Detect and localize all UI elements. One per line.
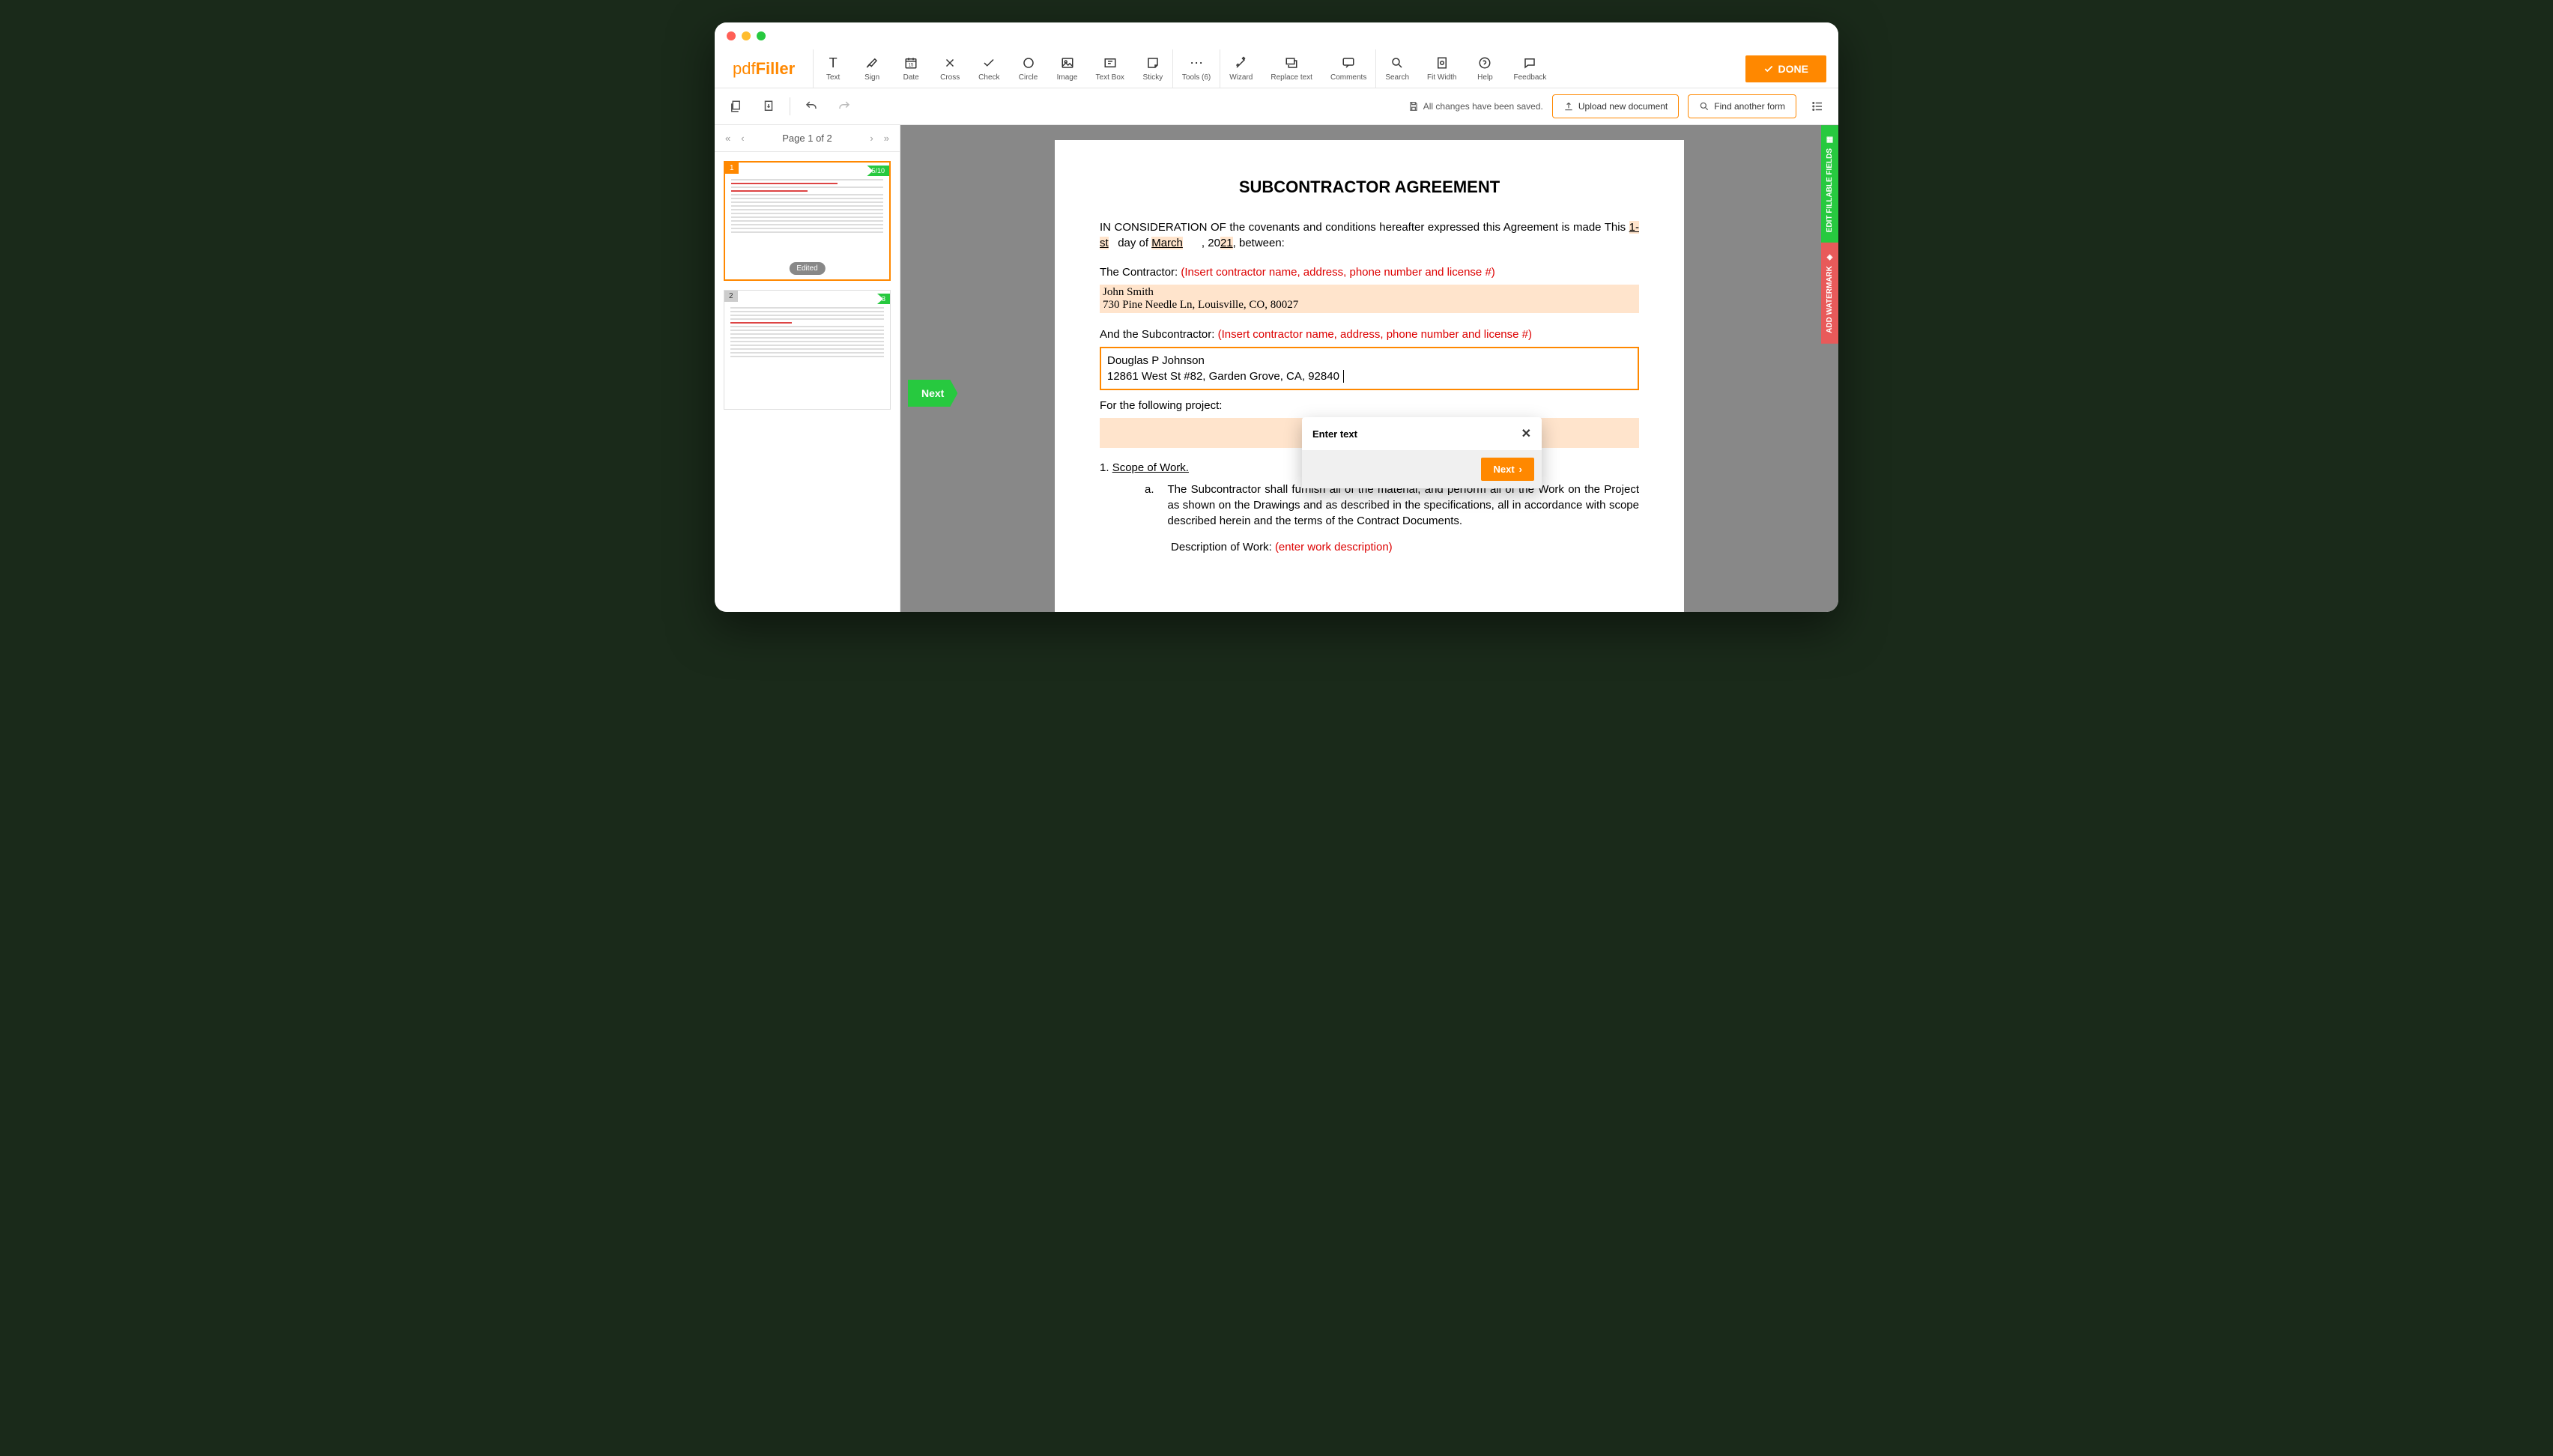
edit-tools: Wizard Replace text Comments [1220, 49, 1375, 88]
window-controls [715, 22, 1838, 49]
popup-next-button[interactable]: Next › [1481, 458, 1534, 481]
first-page[interactable]: « [722, 131, 733, 145]
popup-footer: Next › [1302, 450, 1542, 488]
circle-tool[interactable]: Circle [1009, 49, 1048, 88]
upload-button[interactable]: Upload new document [1552, 94, 1679, 118]
calendar-icon: 15 [903, 55, 918, 70]
document-viewport: Next SUBCONTRACTOR AGREEMENT IN CONSIDER… [900, 125, 1838, 612]
prev-page[interactable]: ‹ [738, 131, 747, 145]
intro-paragraph: IN CONSIDERATION OF the covenants and co… [1100, 219, 1639, 251]
window-maximize[interactable] [757, 31, 766, 40]
contractor-filled: John Smith 730 Pine Needle Ln, Louisvill… [1100, 285, 1639, 313]
window-minimize[interactable] [742, 31, 751, 40]
sticky-icon [1145, 55, 1160, 70]
active-text-field[interactable]: Douglas P Johnson 12861 West St #82, Gar… [1100, 347, 1639, 390]
app-logo: pdfFiller [715, 59, 813, 79]
svg-text:15: 15 [909, 64, 914, 68]
comments-tool[interactable]: Comments [1321, 49, 1375, 88]
last-page[interactable]: » [881, 131, 892, 145]
next-page[interactable]: › [867, 131, 876, 145]
annotate-tools: T Text Sign 15 Date Cross Check Circle [813, 49, 1172, 88]
date-tool[interactable]: 15 Date [891, 49, 930, 88]
pages-icon[interactable] [724, 94, 748, 118]
undo-button[interactable] [799, 94, 823, 118]
side-tabs: EDIT FILLABLE FIELDS ▦ ADD WATERMARK ◈ [1821, 125, 1838, 344]
popup-title: Enter text [1312, 428, 1357, 440]
list-icon[interactable] [1805, 94, 1829, 118]
text-icon: T [826, 55, 841, 70]
check-tool[interactable]: Check [969, 49, 1008, 88]
chevron-right-icon: › [1519, 464, 1522, 475]
cross-tool[interactable]: Cross [930, 49, 969, 88]
view-tools: Search Fit Width Help Feedback [1375, 49, 1555, 88]
main-toolbar: pdfFiller T Text Sign 15 Date Cross Chec… [715, 49, 1838, 88]
textbox-tool[interactable]: Text Box [1087, 49, 1133, 88]
textbox-icon [1103, 55, 1118, 70]
description-row: Description of Work: (enter work descrip… [1171, 541, 1639, 553]
contractor-row: The Contractor: (Insert contractor name,… [1100, 264, 1639, 280]
help-icon [1477, 55, 1492, 70]
thumbnails-sidebar: « ‹ Page 1 of 2 › » 1 5/10 Edited 2 3 [715, 125, 900, 612]
done-button[interactable]: DONE [1745, 55, 1826, 82]
image-icon [1060, 55, 1075, 70]
device-frame: pdfFiller T Text Sign 15 Date Cross Chec… [715, 22, 1838, 612]
subcontractor-row: And the Subcontractor: (Insert contracto… [1100, 327, 1639, 342]
comment-icon [1341, 55, 1356, 70]
disk-icon [1408, 101, 1419, 112]
sticky-tool[interactable]: Sticky [1133, 49, 1172, 88]
save-icon[interactable] [757, 94, 781, 118]
project-row: For the following project: [1100, 398, 1639, 413]
popup-close-button[interactable]: ✕ [1521, 426, 1531, 441]
window-close[interactable] [727, 31, 736, 40]
form-icon: ▦ [1826, 136, 1834, 144]
upload-icon [1563, 101, 1574, 112]
main-area: « ‹ Page 1 of 2 › » 1 5/10 Edited 2 3 [715, 125, 1838, 612]
field-year[interactable]: 21 [1220, 237, 1233, 249]
next-field-pointer[interactable]: Next [908, 380, 957, 407]
add-watermark-tab[interactable]: ADD WATERMARK ◈ [1821, 243, 1838, 344]
page-indicator: Page 1 of 2 [752, 133, 863, 144]
tools-group: ⋯ Tools (6) [1172, 49, 1220, 88]
search-tool[interactable]: Search [1376, 49, 1418, 88]
wand-icon [1234, 55, 1249, 70]
sub-toolbar: All changes have been saved. Upload new … [715, 88, 1838, 125]
sign-tool[interactable]: Sign [852, 49, 891, 88]
page-navigator: « ‹ Page 1 of 2 › » [715, 125, 900, 152]
wizard-tool[interactable]: Wizard [1220, 49, 1262, 88]
image-tool[interactable]: Image [1048, 49, 1087, 88]
scope-item-a: a. The Subcontractor shall furnish all o… [1145, 482, 1639, 529]
enter-text-popup: Enter text ✕ Next › [1302, 417, 1542, 488]
document-page: SUBCONTRACTOR AGREEMENT IN CONSIDERATION… [1055, 140, 1684, 612]
field-month[interactable]: March [1151, 237, 1183, 249]
save-status: All changes have been saved. [1408, 101, 1543, 112]
thumbnail-list: 1 5/10 Edited 2 3 [715, 152, 900, 419]
redo-button[interactable] [832, 94, 856, 118]
thumbnail-page-1[interactable]: 1 5/10 Edited [724, 161, 891, 281]
text-tool[interactable]: T Text [814, 49, 852, 88]
check-icon [1763, 64, 1774, 74]
find-form-button[interactable]: Find another form [1688, 94, 1796, 118]
circle-icon [1021, 55, 1036, 70]
sign-icon [864, 55, 879, 70]
more-icon: ⋯ [1189, 55, 1204, 70]
doc-title: SUBCONTRACTOR AGREEMENT [1100, 178, 1639, 197]
check-icon [981, 55, 996, 70]
search-icon [1390, 55, 1405, 70]
feedback-icon [1522, 55, 1537, 70]
feedback-tool[interactable]: Feedback [1504, 49, 1555, 88]
help-tool[interactable]: Help [1465, 49, 1504, 88]
fitwidth-tool[interactable]: Fit Width [1418, 49, 1465, 88]
cross-icon [942, 55, 957, 70]
edit-fillable-fields-tab[interactable]: EDIT FILLABLE FIELDS ▦ [1821, 125, 1838, 243]
replace-icon [1284, 55, 1299, 70]
tools-menu[interactable]: ⋯ Tools (6) [1173, 49, 1220, 88]
watermark-icon: ◈ [1826, 253, 1834, 261]
search-icon [1699, 101, 1709, 112]
popup-header: Enter text ✕ [1302, 417, 1542, 450]
replace-tool[interactable]: Replace text [1262, 49, 1321, 88]
fitwidth-icon [1435, 55, 1450, 70]
thumbnail-page-2[interactable]: 2 3 [724, 290, 891, 410]
